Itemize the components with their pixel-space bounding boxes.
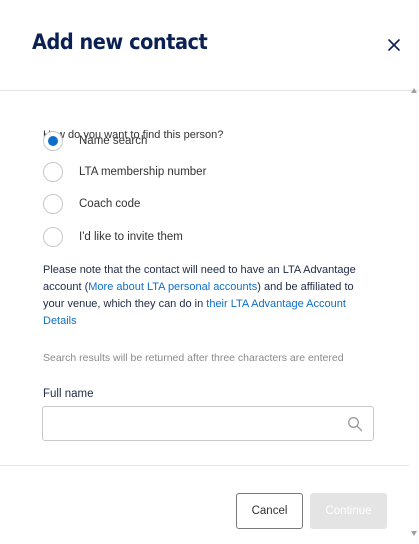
option-label-membership-number: LTA membership number: [79, 166, 207, 178]
radio-coach-code[interactable]: [43, 194, 63, 214]
personal-accounts-link[interactable]: More about LTA personal accounts: [88, 281, 257, 293]
scrollbar[interactable]: [409, 91, 419, 543]
option-invite[interactable]: I'd like to invite them: [43, 226, 183, 248]
affiliation-note: Please note that the contact will need t…: [43, 262, 363, 330]
full-name-field[interactable]: [42, 406, 374, 441]
option-label-invite: I'd like to invite them: [79, 231, 183, 243]
scroll-down-icon[interactable]: [411, 531, 417, 536]
close-icon: [388, 39, 400, 51]
option-membership-number[interactable]: LTA membership number: [43, 161, 206, 183]
option-label-name-search: Name search: [79, 135, 148, 147]
radio-membership-number[interactable]: [43, 162, 63, 182]
full-name-input[interactable]: [53, 408, 337, 441]
option-label-coach-code: Coach code: [79, 198, 141, 210]
radio-name-search[interactable]: [43, 131, 63, 151]
scroll-up-icon[interactable]: [411, 88, 417, 93]
option-name-search[interactable]: Name search: [43, 130, 147, 152]
cancel-button[interactable]: Cancel: [236, 493, 303, 529]
option-coach-code[interactable]: Coach code: [43, 193, 140, 215]
dialog-title: Add new contact: [32, 30, 208, 54]
radio-selected-dot: [48, 136, 58, 146]
dialog-footer: Cancel Continue: [0, 465, 409, 544]
full-name-label: Full name: [43, 388, 94, 400]
close-button[interactable]: [383, 34, 405, 56]
dialog-header: Add new contact: [0, 0, 419, 91]
continue-button[interactable]: Continue: [310, 493, 387, 529]
radio-invite[interactable]: [43, 227, 63, 247]
search-hint: Search results will be returned after th…: [43, 352, 344, 364]
search-icon: [348, 417, 363, 432]
